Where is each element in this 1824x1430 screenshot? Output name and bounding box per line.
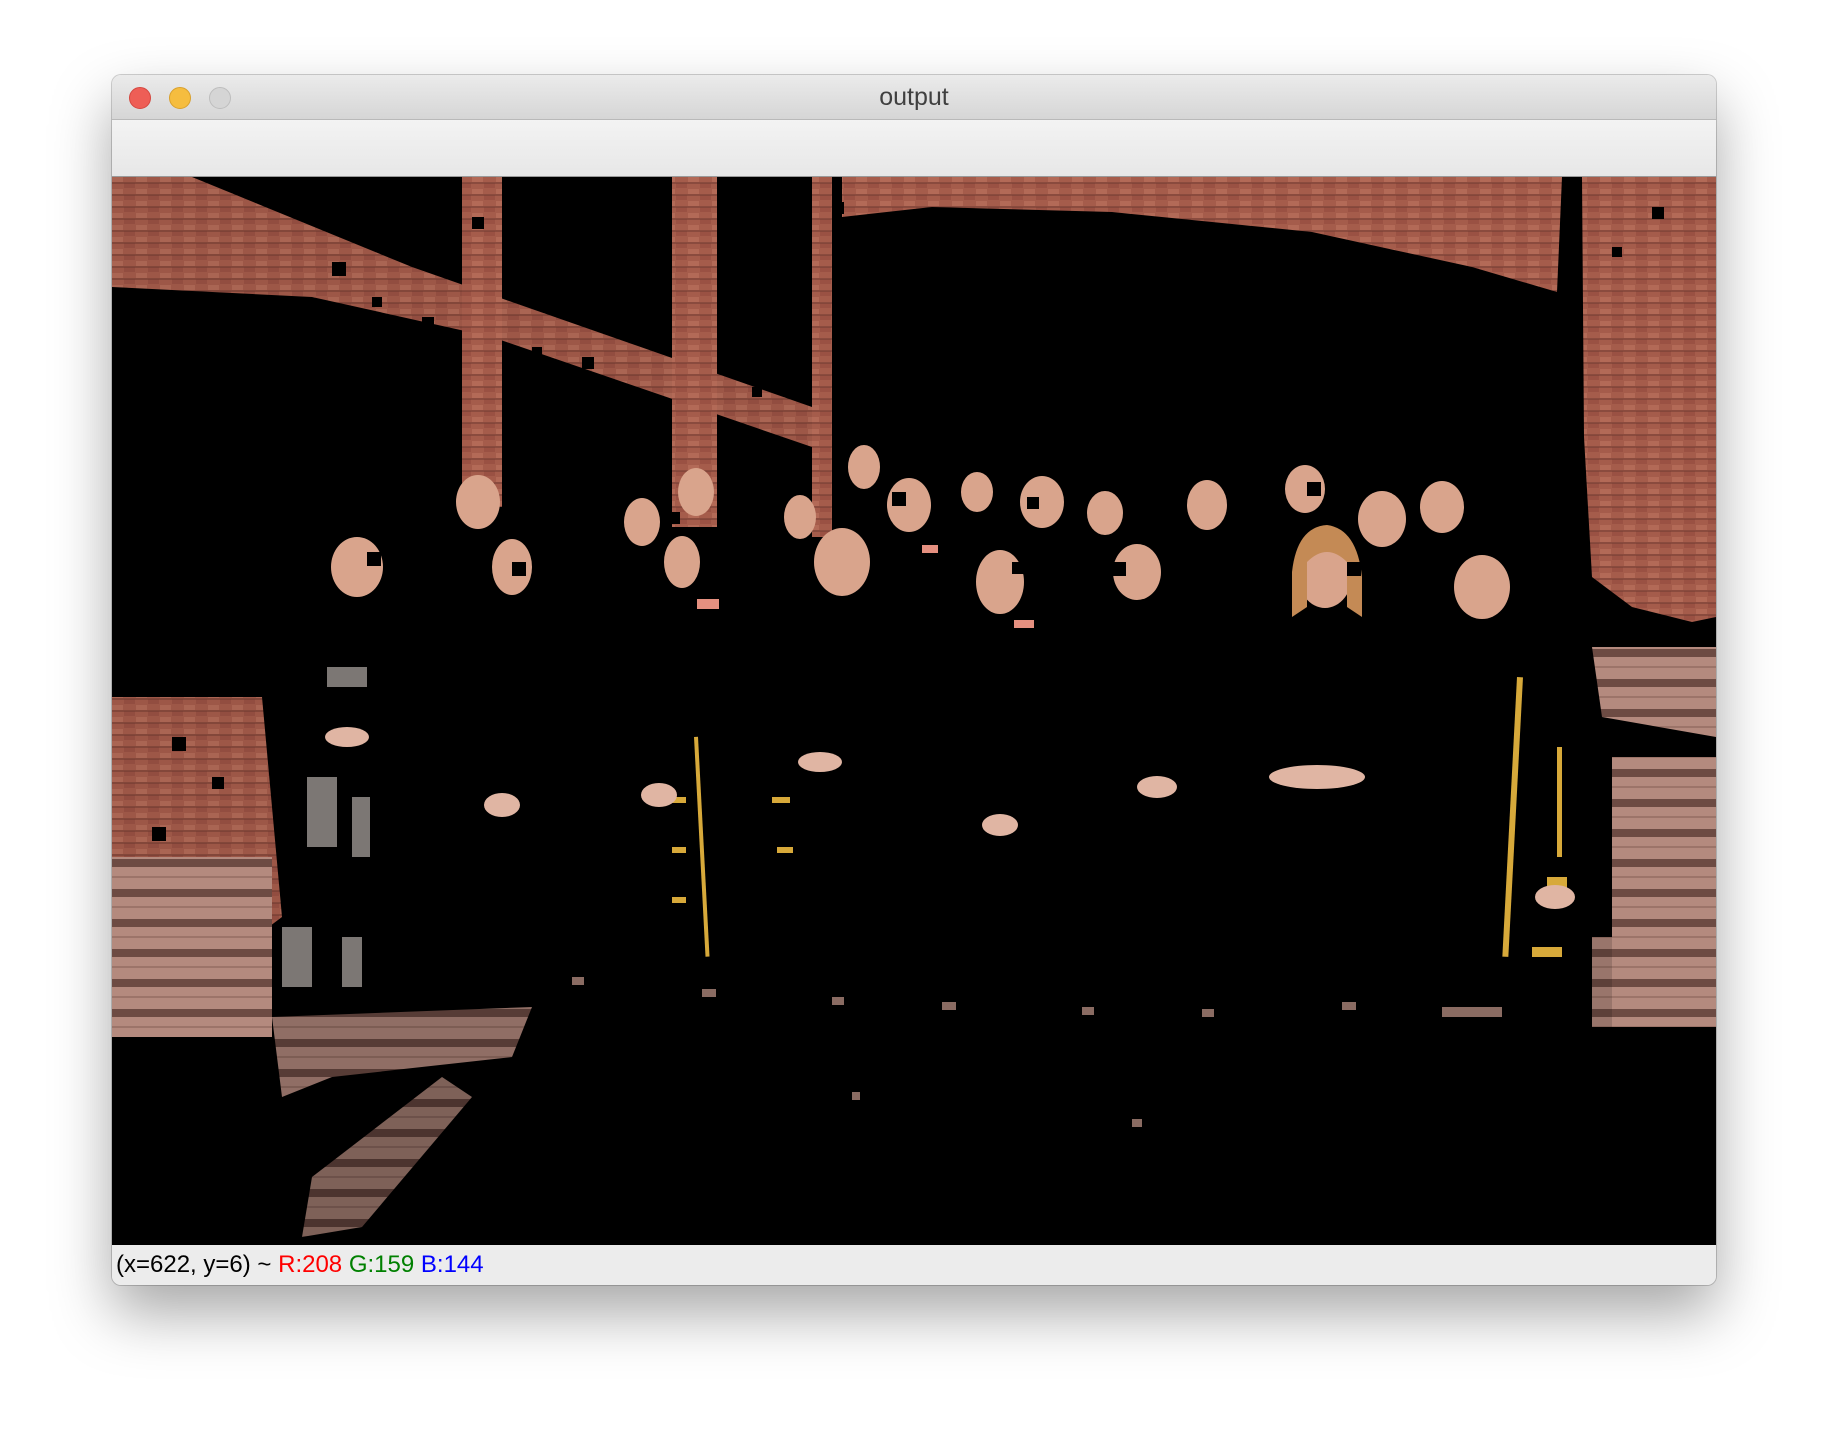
segmentation-holes bbox=[152, 202, 1664, 869]
hands bbox=[325, 727, 1575, 909]
window-title: output bbox=[879, 83, 949, 111]
output-window: output (x=622, y=6) ~ R:208 G:159 B:144 bbox=[112, 75, 1716, 1285]
image-canvas[interactable] bbox=[112, 177, 1716, 1245]
title-bar[interactable]: output bbox=[112, 75, 1716, 120]
status-bar: (x=622, y=6) ~ R:208 G:159 B:144 bbox=[112, 1245, 1716, 1285]
red-value: R:208 bbox=[278, 1251, 343, 1278]
cursor-coordinates: (x=622, y=6) ~ bbox=[116, 1251, 272, 1278]
segmented-photo bbox=[112, 177, 1716, 1237]
toolbar bbox=[112, 120, 1716, 177]
ground-fragments bbox=[572, 977, 1502, 1127]
grey-regions bbox=[282, 667, 370, 987]
gown-trim bbox=[672, 677, 1567, 957]
blue-value: B:144 bbox=[420, 1251, 484, 1278]
green-value: G:159 bbox=[348, 1251, 415, 1278]
